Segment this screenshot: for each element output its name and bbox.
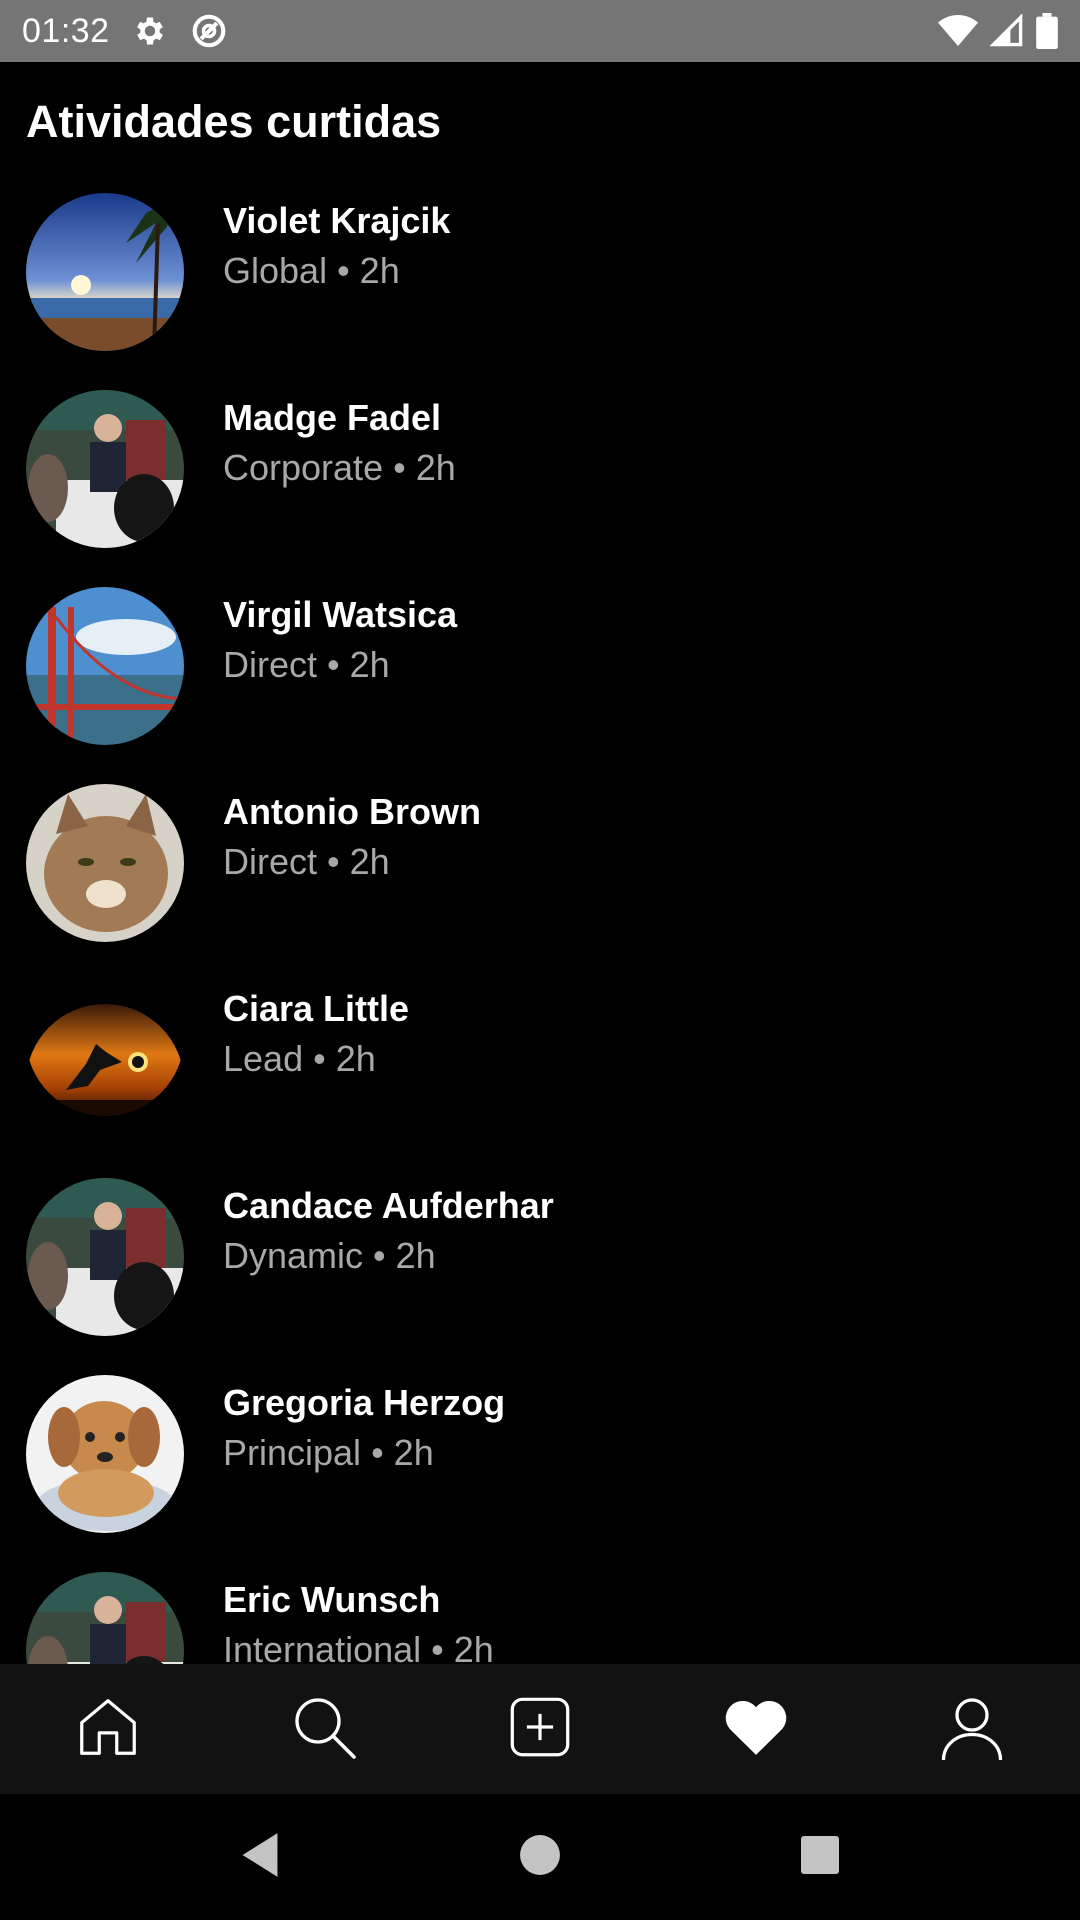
page-title: Atividades curtidas xyxy=(26,96,442,147)
nav-back-button[interactable] xyxy=(220,1817,300,1897)
battery-icon xyxy=(1036,13,1058,49)
item-time: 2h xyxy=(349,841,390,882)
item-name: Violet Krajcik xyxy=(223,200,451,241)
avatar[interactable] xyxy=(26,1375,184,1533)
item-label: International xyxy=(223,1629,422,1664)
separator: • xyxy=(373,1235,386,1276)
list-item[interactable]: Violet Krajcik Global • 2h xyxy=(0,190,1080,351)
status-time: 01:32 xyxy=(22,11,110,50)
item-name: Madge Fadel xyxy=(223,397,442,438)
list-item[interactable]: Gregoria Herzog Principal • 2h xyxy=(0,1372,1080,1533)
item-time: 2h xyxy=(415,447,456,488)
signal-icon xyxy=(990,14,1024,48)
home-circle-icon xyxy=(519,1834,561,1881)
separator: • xyxy=(337,250,350,291)
back-icon xyxy=(238,1831,282,1884)
item-time: 2h xyxy=(395,1235,436,1276)
separator: • xyxy=(327,841,340,882)
item-meta: Direct • 2h xyxy=(223,841,390,883)
list-item[interactable]: Eric Wunsch International • 2h xyxy=(0,1569,1080,1664)
list-item[interactable]: Madge Fadel Corporate • 2h xyxy=(0,387,1080,548)
list-item[interactable]: Candace Aufderhar Dynamic • 2h xyxy=(0,1175,1080,1336)
wifi-icon xyxy=(938,13,978,49)
profile-icon xyxy=(936,1691,1008,1768)
avatar[interactable] xyxy=(26,1572,184,1664)
tab-home[interactable] xyxy=(58,1679,158,1779)
tab-add-post[interactable] xyxy=(490,1679,590,1779)
bottom-tab-bar xyxy=(0,1664,1080,1794)
nav-recents-button[interactable] xyxy=(780,1817,860,1897)
search-icon xyxy=(288,1691,360,1768)
item-name: Ciara Little xyxy=(223,988,410,1029)
item-time: 2h xyxy=(335,1038,376,1079)
item-label: Direct xyxy=(223,644,318,685)
separator: • xyxy=(371,1432,384,1473)
item-name: Candace Aufderhar xyxy=(223,1185,554,1226)
item-time: 2h xyxy=(453,1629,494,1664)
home-icon xyxy=(73,1692,143,1767)
item-time: 2h xyxy=(393,1432,434,1473)
status-bar: 01:32 xyxy=(0,0,1080,62)
separator: • xyxy=(313,1038,326,1079)
list-item[interactable]: Virgil Watsica Direct • 2h xyxy=(0,584,1080,745)
item-name: Eric Wunsch xyxy=(223,1579,441,1620)
tab-search[interactable] xyxy=(274,1679,374,1779)
liked-activities-list[interactable]: Violet Krajcik Global • 2h Madge Fadel Cor… xyxy=(0,190,1080,1664)
item-label: Direct xyxy=(223,841,318,882)
item-time: 2h xyxy=(359,250,400,291)
item-meta: Principal • 2h xyxy=(223,1432,434,1474)
avatar[interactable] xyxy=(26,390,184,548)
item-name: Gregoria Herzog xyxy=(223,1382,506,1423)
separator: • xyxy=(327,644,340,685)
item-name: Antonio Brown xyxy=(223,791,481,832)
tab-activity[interactable] xyxy=(706,1679,806,1779)
item-meta: Dynamic • 2h xyxy=(223,1235,436,1277)
item-meta: Global • 2h xyxy=(223,250,400,292)
item-label: Dynamic xyxy=(223,1235,364,1276)
item-meta: Lead • 2h xyxy=(223,1038,376,1080)
list-item[interactable]: Antonio Brown Direct • 2h xyxy=(0,781,1080,942)
avatar[interactable] xyxy=(26,193,184,351)
item-label: Corporate xyxy=(223,447,384,488)
heart-icon xyxy=(720,1691,792,1768)
avatar[interactable] xyxy=(26,587,184,745)
item-time: 2h xyxy=(349,644,390,685)
item-meta: Direct • 2h xyxy=(223,644,390,686)
gear-icon xyxy=(132,13,168,49)
data-saver-icon xyxy=(190,12,228,50)
add-post-icon xyxy=(505,1692,575,1767)
system-nav-bar xyxy=(0,1794,1080,1920)
avatar[interactable] xyxy=(26,1004,184,1116)
separator: • xyxy=(393,447,406,488)
item-meta: International • 2h xyxy=(223,1629,494,1664)
item-label: Global xyxy=(223,250,328,291)
item-label: Principal xyxy=(223,1432,362,1473)
avatar[interactable] xyxy=(26,1178,184,1336)
item-name: Virgil Watsica xyxy=(223,594,458,635)
item-meta: Corporate • 2h xyxy=(223,447,456,489)
item-label: Lead xyxy=(223,1038,304,1079)
tab-profile[interactable] xyxy=(922,1679,1022,1779)
avatar[interactable] xyxy=(26,784,184,942)
list-item[interactable]: Ciara Little Lead • 2h xyxy=(0,978,1080,1138)
nav-home-button[interactable] xyxy=(500,1817,580,1897)
separator: • xyxy=(431,1629,444,1664)
recents-icon xyxy=(800,1835,840,1880)
